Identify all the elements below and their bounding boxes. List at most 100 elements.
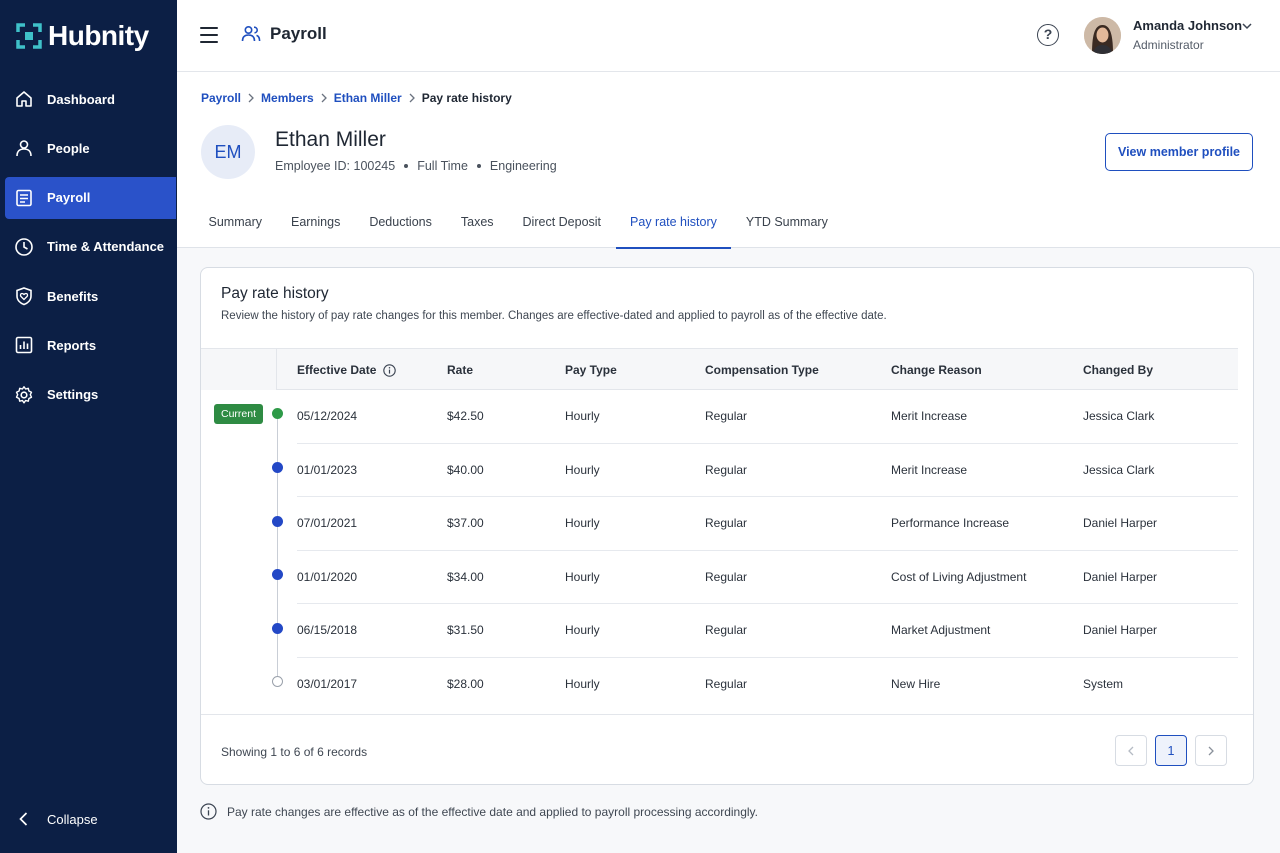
cell-effective-date: 06/15/2018	[297, 623, 358, 637]
sidebar-item-people[interactable]: People	[5, 127, 176, 169]
collapse-label: Collapse	[47, 811, 98, 827]
info-icon	[200, 803, 217, 820]
column-compensation-type[interactable]: Compensation Type	[705, 363, 819, 377]
cell-pay-type: Hourly	[565, 676, 600, 691]
table-row[interactable]: 03/01/2017 $28.00 Hourly Regular New Hir…	[201, 658, 1238, 712]
user-photo-icon	[1084, 17, 1121, 54]
chevron-down-icon[interactable]	[1241, 20, 1253, 32]
cell-change-reason: New Hire	[891, 676, 941, 691]
hubnity-logo-icon	[16, 23, 42, 49]
breadcrumb-member[interactable]: Ethan Miller	[334, 91, 402, 105]
column-rate[interactable]: Rate	[447, 363, 473, 377]
sidebar-nav: Dashboard People Payroll Time & Attendan…	[0, 78, 177, 423]
pay-rate-table: Effective Date Rate Pay Type Compensatio…	[201, 348, 1238, 711]
cell-changed-by: Daniel Harper	[1083, 516, 1158, 530]
next-page-button[interactable]	[1195, 735, 1227, 766]
header-app-title: Payroll	[241, 24, 327, 44]
tab-deductions[interactable]: Deductions	[355, 202, 447, 248]
table-row[interactable]: 07/01/2021 $37.00 Hourly Regular Perform…	[201, 497, 1238, 551]
user-avatar[interactable]	[1084, 17, 1121, 54]
tab-ytd-summary[interactable]: YTD Summary	[731, 202, 842, 248]
member-header: Payroll Members Ethan Miller Pay rate hi…	[177, 72, 1280, 249]
table-footer: Showing 1 to 6 of 6 records 1	[201, 714, 1253, 784]
timeline-gutter-header	[201, 349, 277, 390]
separator-dot	[476, 164, 481, 168]
records-count: Showing 1 to 6 of 6 records	[221, 745, 368, 759]
current-badge: Current	[214, 404, 264, 424]
tab-taxes[interactable]: Taxes	[446, 202, 508, 248]
sidebar-item-dashboard[interactable]: Dashboard	[5, 78, 176, 120]
cell-effective-date: 05/12/2024	[297, 409, 358, 423]
payroll-icon	[16, 189, 32, 206]
sidebar-item-settings[interactable]: Settings	[5, 374, 176, 416]
cell-rate: $34.00	[447, 569, 484, 584]
timeline-dot-initial	[272, 676, 283, 687]
sidebar-item-label: Payroll	[47, 190, 91, 206]
column-change-reason[interactable]: Change Reason	[891, 363, 982, 377]
cell-changed-by: System	[1083, 676, 1124, 691]
chevron-right-icon	[402, 92, 422, 104]
collapse-button[interactable]: Collapse	[0, 805, 177, 833]
people-icon	[241, 25, 261, 42]
sidebar-item-payroll[interactable]: Payroll	[5, 176, 176, 219]
menu-icon[interactable]	[200, 27, 218, 43]
column-effective-date[interactable]: Effective Date	[297, 363, 397, 377]
chevron-right-icon	[314, 92, 334, 104]
column-changed-by[interactable]: Changed By	[1083, 363, 1153, 377]
cell-compensation-type: Regular	[705, 676, 748, 691]
sidebar-item-label: Reports	[47, 337, 97, 353]
page-button-1[interactable]: 1	[1155, 735, 1187, 766]
timeline-dot	[272, 623, 283, 634]
sidebar-item-label: Settings	[47, 387, 99, 403]
timeline-dot	[272, 569, 283, 580]
page-app-title: Payroll	[270, 24, 327, 43]
breadcrumb: Payroll Members Ethan Miller Pay rate hi…	[201, 91, 512, 105]
table-row[interactable]: 06/15/2018 $31.50 Hourly Regular Market …	[201, 604, 1238, 658]
card-title: Pay rate history	[221, 285, 329, 302]
top-header: Payroll ? Amanda Johnson Administrator	[177, 0, 1280, 72]
employment-type: Full Time	[417, 159, 468, 173]
cell-rate: $40.00	[447, 462, 484, 477]
cell-compensation-type: Regular	[705, 462, 748, 477]
employee-id: Employee ID: 100245	[275, 159, 396, 173]
timeline-dot	[272, 516, 283, 527]
tab-pay-rate-history[interactable]: Pay rate history	[615, 202, 732, 249]
cell-pay-type: Hourly	[565, 409, 600, 423]
info-icon[interactable]	[383, 363, 397, 377]
sidebar-item-label: Time & Attendance	[47, 239, 165, 255]
cell-change-reason: Merit Increase	[891, 462, 968, 477]
cell-pay-type: Hourly	[565, 516, 600, 530]
tab-summary[interactable]: Summary	[194, 202, 276, 248]
view-member-profile-button[interactable]: View member profile	[1105, 133, 1253, 171]
sidebar-item-time-attendance[interactable]: Time & Attendance	[5, 226, 176, 268]
help-icon[interactable]: ?	[1037, 24, 1059, 46]
chart-icon	[15, 337, 33, 354]
member-avatar: EM	[201, 125, 255, 179]
timeline-line	[277, 413, 278, 683]
tab-direct-deposit[interactable]: Direct Deposit	[508, 202, 616, 248]
table-row[interactable]: 01/01/2020 $34.00 Hourly Regular Cost of…	[201, 551, 1238, 604]
footnote: Pay rate changes are effective as of the…	[200, 803, 758, 820]
brand-name: Hubnity	[48, 20, 149, 51]
sidebar-item-reports[interactable]: Reports	[5, 324, 176, 366]
breadcrumb-current: Pay rate history	[421, 91, 512, 105]
column-pay-type[interactable]: Pay Type	[565, 363, 617, 377]
brand-logo[interactable]: Hubnity	[16, 20, 149, 52]
breadcrumb-payroll[interactable]: Payroll	[201, 91, 241, 105]
timeline-dot	[272, 462, 283, 473]
chevron-right-icon	[1208, 746, 1214, 755]
member-name: Ethan Miller	[275, 128, 386, 151]
sidebar-item-label: Dashboard	[47, 91, 115, 107]
chevron-left-icon	[1128, 746, 1134, 755]
sidebar-item-benefits[interactable]: Benefits	[5, 275, 176, 317]
user-name[interactable]: Amanda Johnson	[1133, 18, 1242, 33]
breadcrumb-members[interactable]: Members	[261, 91, 314, 105]
table-row[interactable]: 01/01/2023 $40.00 Hourly Regular Merit I…	[201, 444, 1238, 497]
tab-earnings[interactable]: Earnings	[276, 202, 354, 248]
pay-rate-history-card: Pay rate history Review the history of p…	[200, 267, 1254, 785]
cell-compensation-type: Regular	[705, 569, 748, 584]
table-row[interactable]: Current 05/12/2024 $42.50 Hourly Regular…	[201, 390, 1238, 444]
prev-page-button[interactable]	[1115, 735, 1147, 766]
cell-pay-type: Hourly	[565, 569, 600, 584]
clock-icon	[15, 238, 33, 256]
